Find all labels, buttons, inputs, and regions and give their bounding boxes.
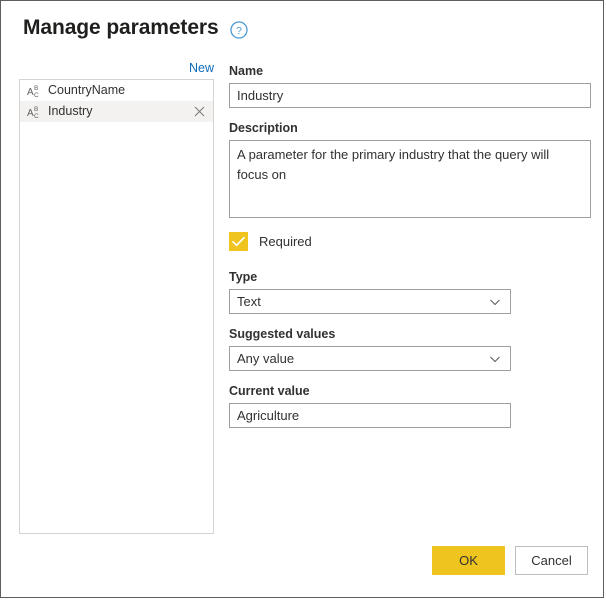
list-item[interactable]: A B C Industry — [20, 101, 213, 122]
help-circle-icon-svg: ? — [229, 20, 248, 39]
parameter-list[interactable]: A B C CountryName A B C Industry — [19, 79, 214, 534]
name-field-group: Name — [229, 63, 591, 108]
description-label: Description — [229, 121, 298, 135]
svg-text:A: A — [27, 108, 34, 119]
help-circle-icon[interactable]: ? — [229, 18, 248, 39]
required-label: Required — [259, 234, 312, 249]
list-item[interactable]: A B C CountryName — [20, 80, 213, 101]
svg-text:B: B — [34, 85, 38, 92]
manage-parameters-dialog: Manage parameters ? New A B C CountryNam… — [0, 0, 604, 598]
cancel-button[interactable]: Cancel — [515, 546, 588, 575]
abc-text-type-icon: A B C — [27, 85, 39, 98]
type-field-group: Type Text — [229, 269, 591, 314]
chevron-down-icon — [490, 299, 500, 305]
current-value-input[interactable] — [229, 403, 511, 428]
current-value-field-group: Current value — [229, 383, 591, 428]
current-value-label: Current value — [229, 384, 310, 398]
svg-text:B: B — [34, 106, 38, 113]
svg-text:A: A — [27, 87, 34, 98]
parameters-pane: New A B C CountryName A B C Industry — [19, 61, 214, 534]
page-title: Manage parameters — [23, 16, 219, 39]
close-x-icon[interactable] — [194, 106, 205, 117]
type-dropdown[interactable]: Text — [229, 289, 511, 314]
type-label: Type — [229, 270, 258, 284]
suggested-values-field-group: Suggested values Any value — [229, 326, 591, 371]
svg-text:C: C — [34, 92, 39, 98]
suggested-values-dropdown[interactable]: Any value — [229, 346, 511, 371]
required-checkbox-row[interactable]: Required — [229, 232, 591, 251]
description-field-group: Description A parameter for the primary … — [229, 120, 591, 218]
parameter-form: Name Description A parameter for the pri… — [229, 63, 591, 440]
ok-button[interactable]: OK — [432, 546, 505, 575]
svg-text:?: ? — [236, 24, 242, 36]
list-item-label: Industry — [48, 104, 93, 118]
name-label: Name — [229, 64, 264, 78]
svg-text:C: C — [34, 113, 39, 119]
chevron-down-icon — [490, 356, 500, 362]
suggested-values-dropdown-value: Any value — [237, 351, 295, 366]
suggested-values-label: Suggested values — [229, 327, 336, 341]
abc-text-type-icon: A B C — [27, 106, 39, 119]
new-parameter-link[interactable]: New — [19, 61, 214, 75]
name-input[interactable] — [229, 83, 591, 108]
required-checkbox[interactable] — [229, 232, 248, 251]
list-item-label: CountryName — [48, 83, 126, 97]
dialog-footer: OK Cancel — [432, 546, 588, 575]
dialog-header: Manage parameters ? — [23, 15, 248, 41]
description-textarea[interactable]: A parameter for the primary industry tha… — [229, 140, 591, 218]
type-dropdown-value: Text — [237, 294, 261, 309]
